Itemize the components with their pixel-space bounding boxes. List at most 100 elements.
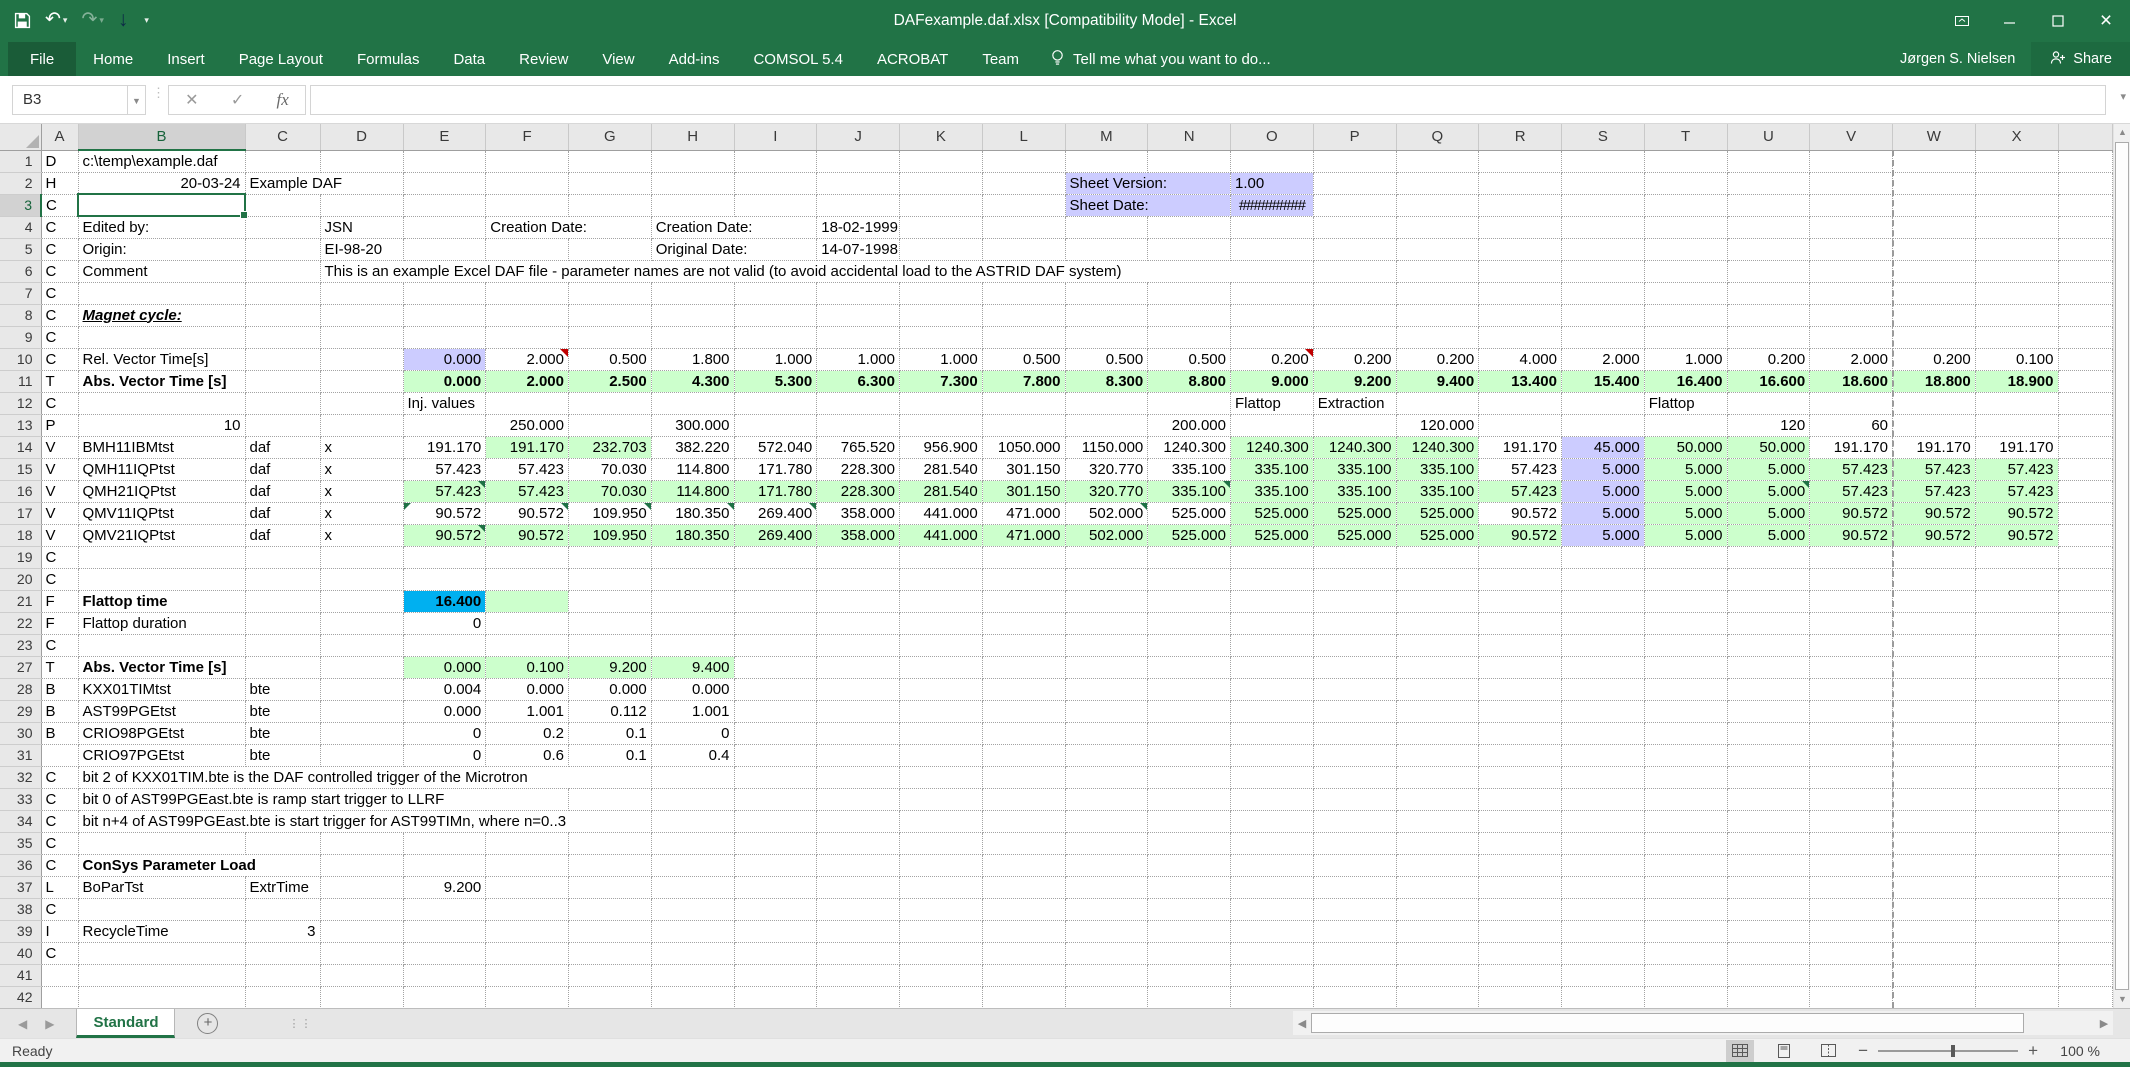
cell-L4[interactable] [982,216,1065,238]
cell-B2[interactable]: 20-03-24 [78,172,245,194]
cell-S36[interactable] [1562,854,1645,876]
cell-D23[interactable] [320,634,403,656]
cell-A1[interactable]: D [41,150,78,172]
column-header-m[interactable]: M [1065,124,1148,150]
cell-P19[interactable] [1313,546,1396,568]
cell-A32[interactable]: C [41,766,78,788]
cell-X9[interactable] [1975,326,2058,348]
cell-T3[interactable] [1644,194,1727,216]
cell-I1[interactable] [734,150,817,172]
cell-W17[interactable]: 90.572 [1893,502,1976,524]
cell-E2[interactable] [403,172,486,194]
cell-R32[interactable] [1479,766,1562,788]
row-header-10[interactable]: 10 [0,348,41,370]
cell-D20[interactable] [320,568,403,590]
cell-U42[interactable] [1727,986,1810,1008]
cell-J5[interactable]: 14-07-1998 [817,238,900,260]
cell-K20[interactable] [900,568,983,590]
cell-F21[interactable] [486,590,569,612]
ribbon-tab-acrobat[interactable]: ACROBAT [860,42,965,76]
cell-K4[interactable] [900,216,983,238]
cell-M36[interactable] [1065,854,1148,876]
cell-W14[interactable]: 191.170 [1893,436,1976,458]
column-header-c[interactable]: C [245,124,320,150]
cell-U8[interactable] [1727,304,1810,326]
cell-I12[interactable] [734,392,817,414]
cell-V9[interactable] [1810,326,1893,348]
cell-W32[interactable] [1893,766,1976,788]
cell-B23[interactable] [78,634,245,656]
cell-U4[interactable] [1727,216,1810,238]
cell-Q37[interactable] [1396,876,1479,898]
cell-K31[interactable] [900,744,983,766]
cell-H4[interactable]: Creation Date: [651,216,817,238]
cell-L42[interactable] [982,986,1065,1008]
cell-S34[interactable] [1562,810,1645,832]
cell-W30[interactable] [1893,722,1976,744]
cell-F5[interactable] [486,238,569,260]
cell-U30[interactable] [1727,722,1810,744]
row-header-16[interactable]: 16 [0,480,41,502]
cell-X12[interactable] [1975,392,2058,414]
cell-K27[interactable] [900,656,983,678]
cell-U19[interactable] [1727,546,1810,568]
cell-S15[interactable]: 5.000 [1562,458,1645,480]
cell-F12[interactable] [486,392,569,414]
cell-J33[interactable] [817,788,900,810]
cell-U2[interactable] [1727,172,1810,194]
cell-X36[interactable] [1975,854,2058,876]
cell-E20[interactable] [403,568,486,590]
column-header-t[interactable]: T [1644,124,1727,150]
cell-T12[interactable]: Flattop [1644,392,1727,414]
cell-E37[interactable]: 9.200 [403,876,486,898]
cell-G18[interactable]: 109.950 [569,524,652,546]
cell-W9[interactable] [1893,326,1976,348]
cell-B34[interactable]: bit n+4 of AST99PGEast.bte is start trig… [78,810,651,832]
row-header-35[interactable]: 35 [0,832,41,854]
cell-G14[interactable]: 232.703 [569,436,652,458]
cell-V13[interactable]: 60 [1810,414,1893,436]
cell-U37[interactable] [1727,876,1810,898]
cell-R4[interactable] [1479,216,1562,238]
cell-P39[interactable] [1313,920,1396,942]
cell-Q27[interactable] [1396,656,1479,678]
cell-I37[interactable] [734,876,817,898]
cell-F13[interactable]: 250.000 [486,414,569,436]
cell-V42[interactable] [1810,986,1893,1008]
cell-X5[interactable] [1975,238,2058,260]
close-button[interactable]: × [2082,0,2130,42]
cell-D21[interactable] [320,590,403,612]
cell-L32[interactable] [982,766,1065,788]
cell-F14[interactable]: 191.170 [486,436,569,458]
cell-P8[interactable] [1313,304,1396,326]
cell-J8[interactable] [817,304,900,326]
cell-A19[interactable]: C [41,546,78,568]
cell-E22[interactable]: 0 [403,612,486,634]
cell-V20[interactable] [1810,568,1893,590]
cell-B36[interactable]: ConSys Parameter Load [78,854,320,876]
cell-B37[interactable]: BoParTst [78,876,245,898]
cell-N1[interactable] [1148,150,1231,172]
cell-P10[interactable]: 0.200 [1313,348,1396,370]
cell-H34[interactable] [651,810,734,832]
cell-T31[interactable] [1644,744,1727,766]
cell-W11[interactable]: 18.800 [1893,370,1976,392]
row-header-23[interactable]: 23 [0,634,41,656]
cell-M7[interactable] [1065,282,1148,304]
cell-A33[interactable]: C [41,788,78,810]
cell-I14[interactable]: 572.040 [734,436,817,458]
cell-S35[interactable] [1562,832,1645,854]
cell-G15[interactable]: 70.030 [569,458,652,480]
cell-H36[interactable] [651,854,734,876]
cell-F18[interactable]: 90.572 [486,524,569,546]
row-header-18[interactable]: 18 [0,524,41,546]
cell-N42[interactable] [1148,986,1231,1008]
cell-B20[interactable] [78,568,245,590]
cell-P13[interactable] [1313,414,1396,436]
cell-P32[interactable] [1313,766,1396,788]
cell-K17[interactable]: 441.000 [900,502,983,524]
cell-M3[interactable]: Sheet Date: [1065,194,1231,216]
cell-I22[interactable] [734,612,817,634]
cell-B1[interactable]: c:\temp\example.daf [78,150,245,172]
cell-N14[interactable]: 1240.300 [1148,436,1231,458]
